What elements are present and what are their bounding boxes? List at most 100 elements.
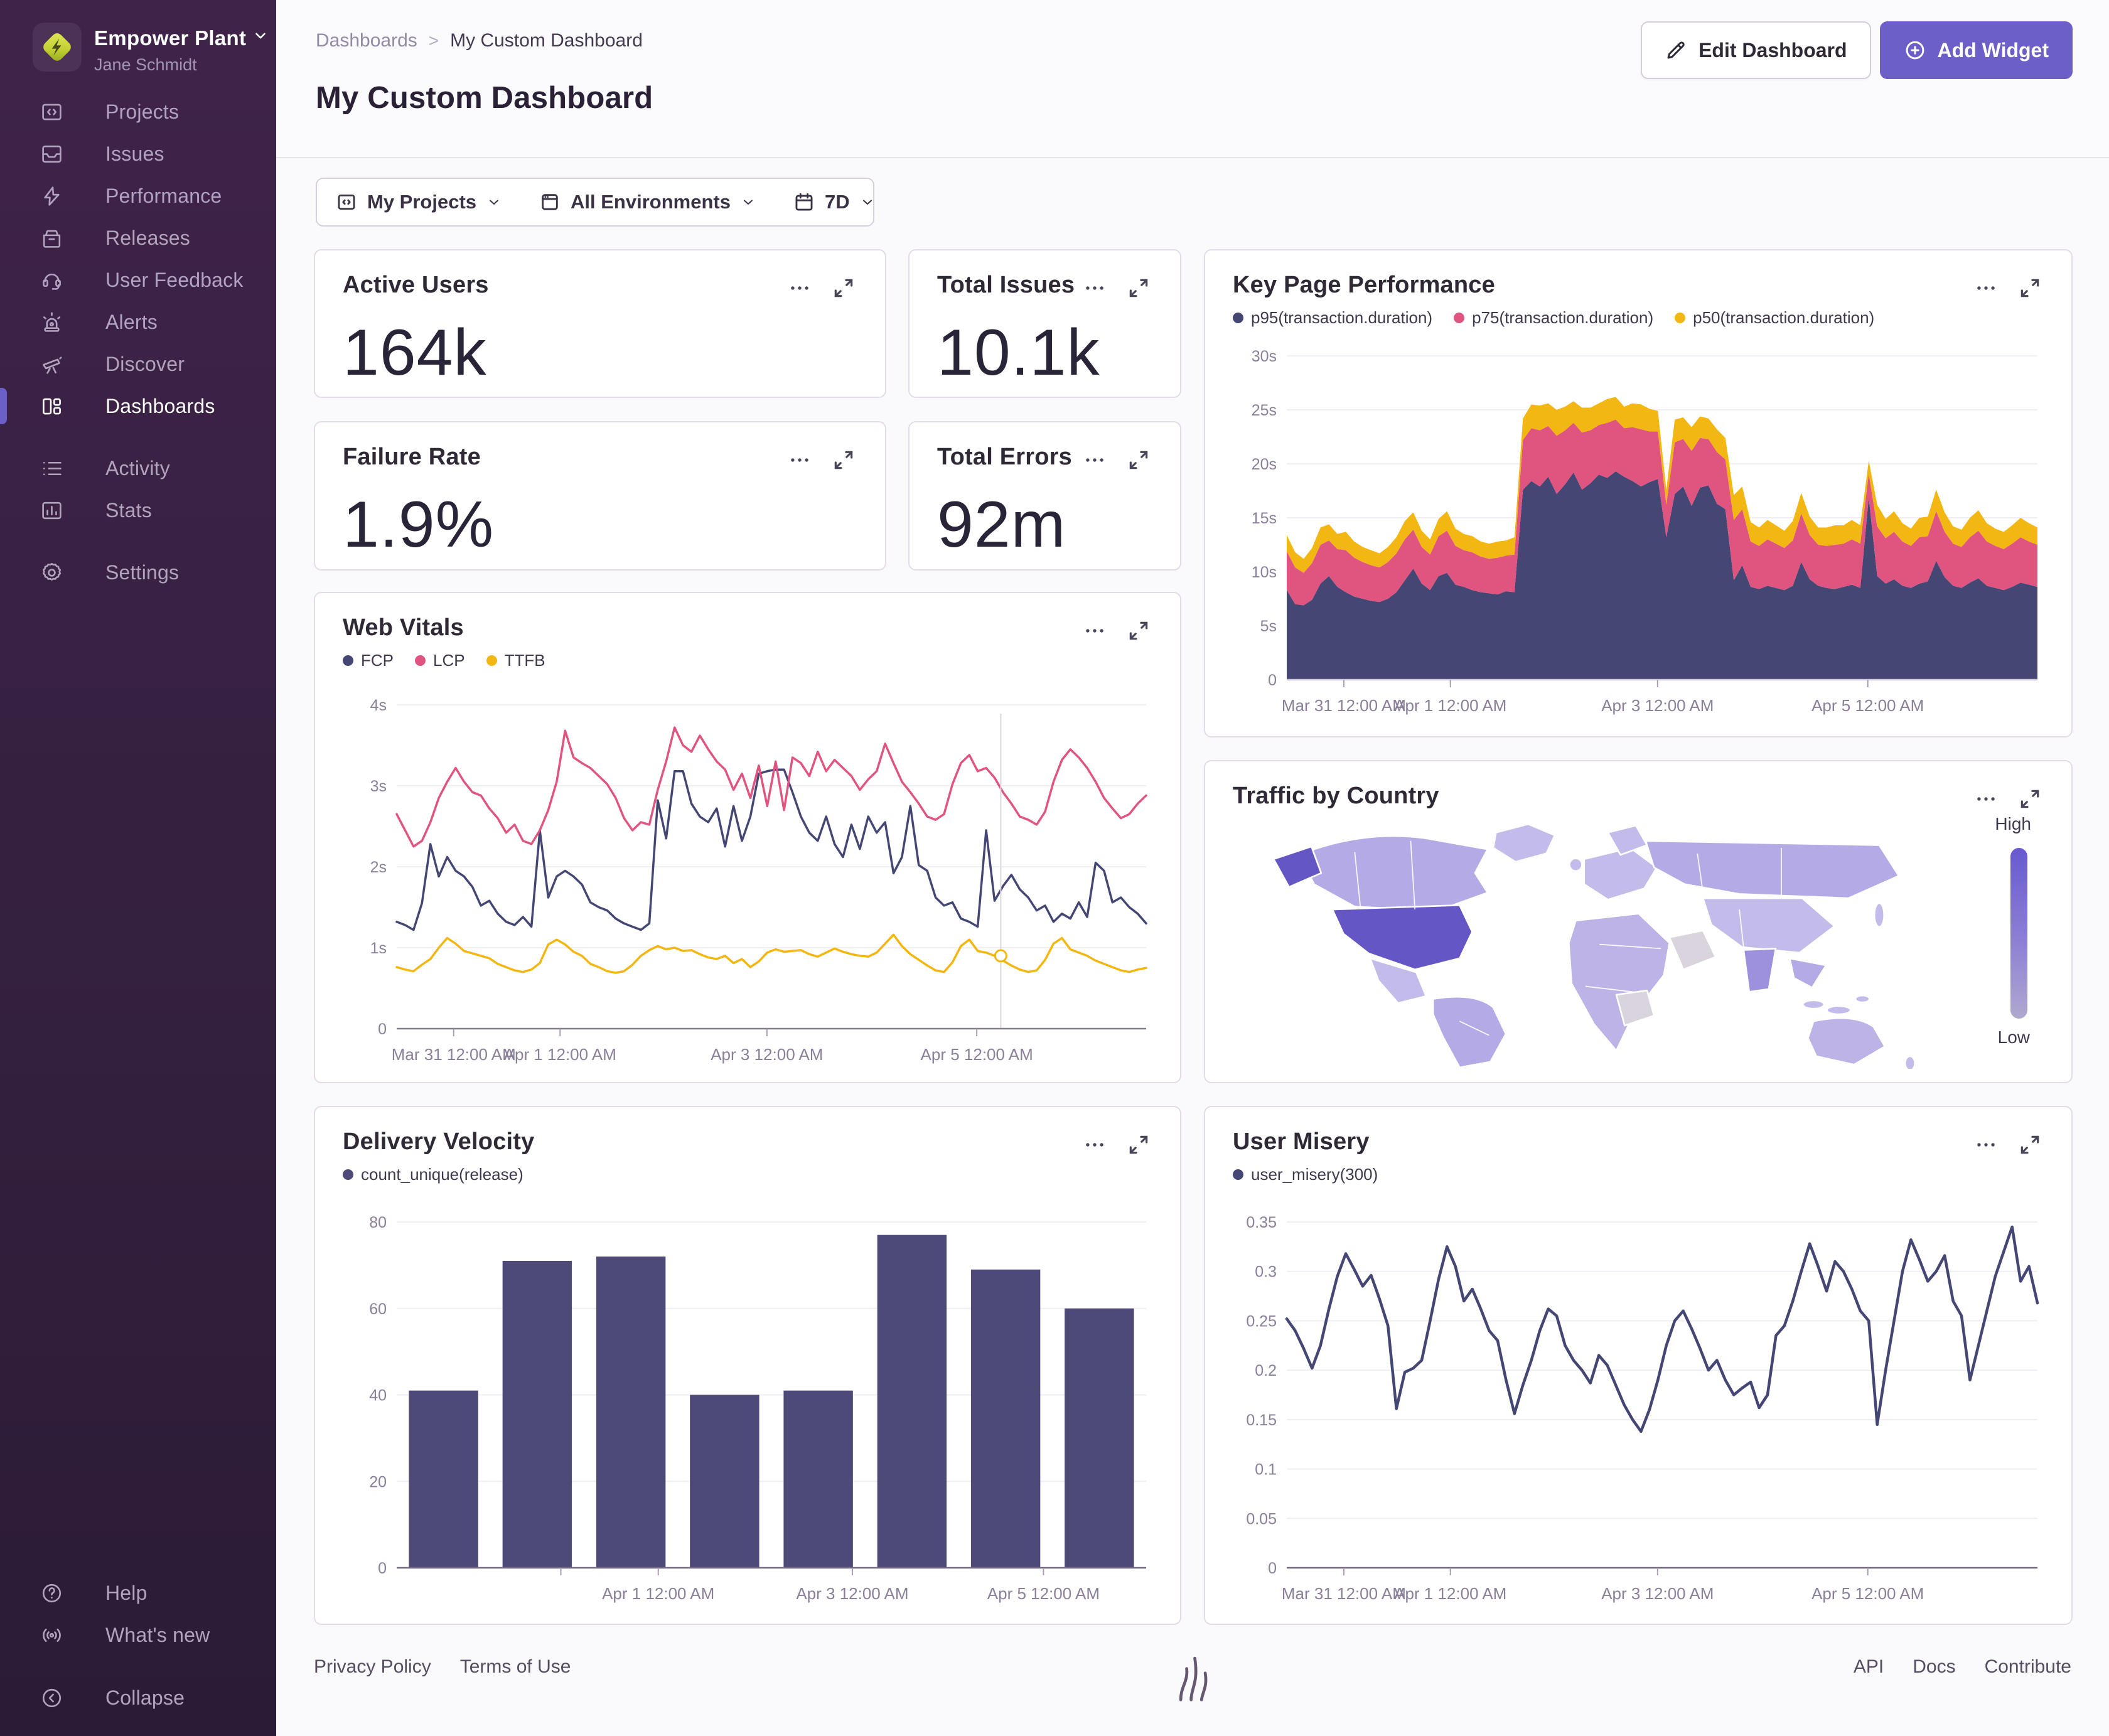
widget-expand-button[interactable] (830, 446, 857, 474)
chevron-down-icon (862, 200, 872, 205)
breadcrumb-separator: > (428, 31, 439, 50)
svg-text:Apr 1 12:00 AM: Apr 1 12:00 AM (504, 1045, 616, 1064)
sentry-dashboard-page: Empower Plant Jane Schmidt Projects Issu… (0, 0, 2109, 1736)
key-page-performance-chart: 0 5s 10s 15s 20s 25s 30s Mar 31 12:00 AM Apr 1 1… (1230, 345, 2049, 724)
svg-text:0.05: 0.05 (1246, 1510, 1277, 1528)
widget-menu-button[interactable] (1081, 1131, 1108, 1159)
svg-text:15s: 15s (1252, 510, 1277, 527)
sidebar-item-performance[interactable]: Performance (0, 175, 276, 217)
widget-menu-button[interactable] (1081, 446, 1108, 474)
svg-text:Apr 5 12:00 AM: Apr 5 12:00 AM (1811, 696, 1924, 715)
widget-menu-button[interactable] (1081, 274, 1108, 302)
api-link[interactable]: API (1854, 1656, 1884, 1678)
delivery-velocity-chart: 0 20 40 60 80 Apr 1 12:00 AM Apr 3 12:00 AM Apr… (340, 1211, 1157, 1612)
widget-menu-button[interactable] (1081, 617, 1108, 645)
breadcrumb-dashboards[interactable]: Dashboards (316, 30, 417, 51)
svg-text:Apr 1 12:00 AM: Apr 1 12:00 AM (1394, 696, 1506, 715)
widget-expand-button[interactable] (2016, 1131, 2044, 1159)
widget-title: User Misery (1233, 1128, 1370, 1155)
user-feedback-icon (39, 268, 64, 293)
stats-icon (39, 498, 64, 523)
widget-menu-button[interactable] (1972, 274, 2000, 302)
project-filter-icon (338, 194, 355, 210)
svg-text:Apr 1 12:00 AM: Apr 1 12:00 AM (1394, 1584, 1506, 1603)
edit-dashboard-button[interactable]: Edit Dashboard (1641, 21, 1871, 79)
org-user: Jane Schmidt (94, 55, 197, 74)
collapse-icon (39, 1686, 64, 1711)
sidebar-item-discover[interactable]: Discover (0, 343, 276, 385)
svg-text:Mar 31 12:00 AM: Mar 31 12:00 AM (392, 1045, 516, 1064)
widget-user-misery: User Misery user_misery(300) 0 0.05 0.1 0.1… (1204, 1106, 2073, 1625)
empower-plant-logo-icon (43, 33, 71, 61)
sidebar-collapse-button[interactable]: Collapse (0, 1677, 276, 1719)
widget-total-issues: Total Issues 10.1k (908, 249, 1181, 398)
issues-icon (39, 142, 64, 167)
sidebar-item-releases[interactable]: Releases (0, 217, 276, 259)
widget-traffic-by-country: Traffic by Country High Low (1204, 760, 2073, 1083)
widget-menu-button[interactable] (786, 446, 813, 474)
privacy-policy-link[interactable]: Privacy Policy (314, 1656, 431, 1678)
svg-text:0: 0 (378, 1560, 387, 1577)
svg-text:Apr 1 12:00 AM: Apr 1 12:00 AM (602, 1584, 714, 1603)
svg-text:3s: 3s (370, 778, 387, 795)
releases-icon (39, 226, 64, 251)
widget-expand-button[interactable] (2016, 785, 2044, 813)
svg-text:Mar 31 12:00 AM: Mar 31 12:00 AM (1282, 696, 1406, 715)
calendar-icon (795, 193, 813, 211)
svg-text:20s: 20s (1252, 456, 1277, 473)
sidebar-item-help[interactable]: Help (0, 1572, 276, 1614)
widget-menu-button[interactable] (1972, 785, 2000, 813)
page-footer: Privacy Policy Terms of Use API Docs Con… (276, 1625, 2109, 1736)
svg-text:Mar 31 12:00 AM: Mar 31 12:00 AM (1282, 1584, 1406, 1603)
sidebar-item-stats[interactable]: Stats (0, 490, 276, 532)
svg-text:20: 20 (369, 1473, 387, 1491)
widget-menu-button[interactable] (786, 274, 813, 302)
date-range-filter[interactable]: 7D (775, 179, 873, 225)
widget-expand-button[interactable] (830, 274, 857, 302)
svg-text:0.3: 0.3 (1255, 1263, 1277, 1281)
org-switcher[interactable]: Empower Plant Jane Schmidt (33, 23, 266, 74)
sidebar-item-dashboards[interactable]: Dashboards (0, 385, 276, 427)
widget-expand-button[interactable] (2016, 274, 2044, 302)
sidebar-item-user-feedback[interactable]: User Feedback (0, 259, 276, 301)
widget-title: Active Users (343, 272, 489, 298)
widget-expand-button[interactable] (1125, 617, 1152, 645)
widget-menu-button[interactable] (1972, 1131, 2000, 1159)
sidebar-item-whats-new[interactable]: What's new (0, 1614, 276, 1656)
sidebar-item-alerts[interactable]: Alerts (0, 301, 276, 343)
big-number-value: 92m (937, 488, 1066, 561)
sidebar-nav: Projects Issues Performance Releases Use… (0, 91, 276, 594)
legend-dot (1233, 1169, 1243, 1180)
performance-icon (39, 184, 64, 209)
docs-link[interactable]: Docs (1913, 1656, 1955, 1678)
page-title: My Custom Dashboard (316, 81, 653, 115)
terms-of-use-link[interactable]: Terms of Use (460, 1656, 571, 1678)
org-avatar (33, 23, 82, 72)
svg-text:0: 0 (378, 1021, 387, 1038)
project-filter[interactable]: My Projects (317, 179, 520, 225)
world-map (1272, 823, 1916, 1069)
svg-text:40: 40 (369, 1387, 387, 1405)
breadcrumb-current: My Custom Dashboard (450, 30, 643, 51)
widget-web-vitals: Web Vitals FCP LCP TTFB 0 1s 2s 3s 4s Mar 31 … (314, 592, 1181, 1083)
sidebar: Empower Plant Jane Schmidt Projects Issu… (0, 0, 276, 1736)
sidebar-item-issues[interactable]: Issues (0, 133, 276, 175)
widget-expand-button[interactable] (1125, 1131, 1152, 1159)
svg-text:Apr 5 12:00 AM: Apr 5 12:00 AM (987, 1584, 1100, 1603)
add-widget-button[interactable]: Add Widget (1879, 21, 2073, 79)
legend-dot (415, 655, 426, 666)
sidebar-item-activity[interactable]: Activity (0, 447, 276, 490)
contribute-link[interactable]: Contribute (1985, 1656, 2071, 1678)
sidebar-item-projects[interactable]: Projects (0, 91, 276, 133)
chart-legend: p95(transaction.duration) p75(transactio… (1233, 308, 1874, 328)
breadcrumb: Dashboards > My Custom Dashboard (316, 30, 643, 51)
activity-icon (39, 456, 64, 481)
help-icon (39, 1581, 64, 1606)
sidebar-item-settings[interactable]: Settings (0, 552, 276, 594)
widget-expand-button[interactable] (1125, 446, 1152, 474)
legend-dot (486, 655, 497, 666)
widget-active-users: Active Users 164k (314, 249, 886, 398)
projects-icon (39, 100, 64, 125)
widget-expand-button[interactable] (1125, 274, 1152, 302)
environment-filter[interactable]: All Environments (520, 179, 775, 225)
